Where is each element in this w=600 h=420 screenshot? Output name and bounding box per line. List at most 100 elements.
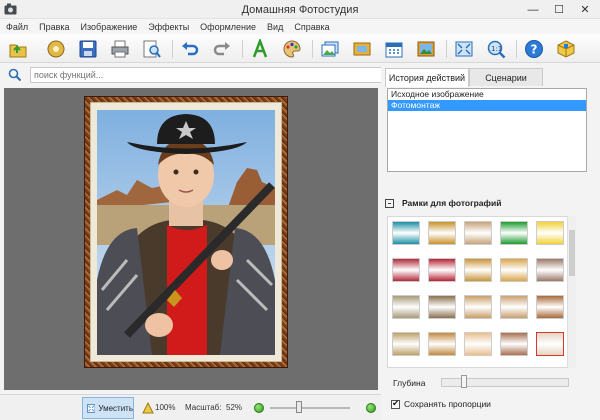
- undo-icon: [182, 41, 199, 55]
- title-bar: Домашняя Фотостудия — ☐ ✕: [0, 0, 600, 19]
- svg-text:?: ?: [531, 42, 538, 56]
- frames-section-title: Рамки для фотографий: [402, 198, 502, 208]
- frame-thumbnail[interactable]: [536, 258, 564, 282]
- depth-slider-thumb[interactable]: [461, 375, 467, 388]
- menu-view[interactable]: Вид: [267, 22, 283, 32]
- frame-thumbnail[interactable]: [500, 295, 528, 319]
- history-item-selected[interactable]: Фотомонтаж: [388, 100, 586, 111]
- frame-thumbnail[interactable]: [428, 295, 456, 319]
- effects-button[interactable]: [44, 37, 68, 60]
- scrollbar-thumb[interactable]: [569, 230, 575, 276]
- zoom-100-button[interactable]: 100%: [155, 403, 175, 412]
- frame-thumbnail[interactable]: [392, 295, 420, 319]
- menu-help[interactable]: Справка: [294, 22, 329, 32]
- frame-thumbnail[interactable]: [392, 221, 420, 245]
- svg-text:1:1: 1:1: [491, 45, 502, 53]
- frame-thumbnail[interactable]: [536, 221, 564, 245]
- scale-value: 52%: [226, 403, 243, 412]
- save-icon: [79, 40, 97, 57]
- toolbar-separator: [446, 40, 447, 58]
- redo-button[interactable]: [210, 37, 234, 60]
- maximize-button[interactable]: ☐: [546, 0, 572, 19]
- help-icon: ?: [525, 39, 543, 58]
- menu-file[interactable]: Файл: [6, 22, 28, 32]
- frame-button[interactable]: [350, 37, 374, 60]
- menu-design[interactable]: Оформление: [200, 22, 256, 32]
- keep-proportions-label: Сохранять пропорции: [404, 399, 491, 409]
- zoom-1-1-button[interactable]: 1:1: [484, 37, 508, 60]
- history-item[interactable]: Исходное изображение: [388, 89, 586, 100]
- fit-label: Уместить: [98, 403, 133, 413]
- menu-effects[interactable]: Эффекты: [148, 22, 189, 32]
- zoom-100-icon: [142, 402, 154, 414]
- undo-button[interactable]: [178, 37, 202, 60]
- menu-image[interactable]: Изображение: [81, 22, 138, 32]
- toolbar-separator: [172, 40, 173, 58]
- search-icon: [8, 68, 22, 82]
- frame-thumbnail[interactable]: [500, 258, 528, 282]
- frame-icon: [353, 42, 371, 55]
- zoom-slider-track[interactable]: [270, 407, 350, 409]
- toolbar: 1:1 ?: [0, 34, 600, 63]
- minimize-button[interactable]: —: [520, 0, 546, 19]
- frame-thumbnail[interactable]: [428, 221, 456, 245]
- frames-section-header[interactable]: Рамки для фотографий: [385, 196, 585, 210]
- fit-icon: [455, 41, 473, 56]
- text-button[interactable]: [248, 37, 272, 60]
- palette-icon: [283, 39, 301, 58]
- frame-thumbnail[interactable]: [464, 258, 492, 282]
- help-button[interactable]: ?: [522, 37, 546, 60]
- frame-thumbnail[interactable]: [536, 295, 564, 319]
- fit-screen-button[interactable]: [452, 37, 476, 60]
- menu-bar: Файл Правка Изображение Эффекты Оформлен…: [0, 19, 600, 34]
- frame-thumbnail[interactable]: [464, 221, 492, 245]
- preview-icon: [143, 40, 161, 58]
- tab-scenarios[interactable]: Сценарии: [469, 68, 543, 86]
- fit-to-window-button[interactable]: Уместить: [82, 397, 134, 419]
- calendar-icon: [385, 42, 403, 57]
- picture-button[interactable]: [414, 37, 438, 60]
- function-search: [4, 66, 382, 84]
- photo-image: [97, 110, 275, 355]
- calendar-button[interactable]: [382, 37, 406, 60]
- tab-history[interactable]: История действий: [385, 68, 469, 87]
- close-button[interactable]: ✕: [572, 0, 598, 19]
- zoom-out-button[interactable]: [254, 403, 264, 413]
- open-icon: [9, 44, 27, 57]
- history-list: Исходное изображение Фотомонтаж: [387, 88, 587, 172]
- keep-proportions-checkbox[interactable]: Сохранять пропорции: [391, 398, 491, 409]
- menu-edit[interactable]: Правка: [39, 22, 69, 32]
- frame-thumbnail[interactable]: [392, 332, 420, 356]
- open-button[interactable]: [6, 37, 30, 60]
- text-icon: [252, 38, 268, 57]
- frame-thumbnail[interactable]: [464, 295, 492, 319]
- zoom-1-1-icon: 1:1: [487, 40, 506, 58]
- window-title: Домашняя Фотостудия: [241, 4, 359, 16]
- frame-thumbnail[interactable]: [428, 258, 456, 282]
- picture-icon: [417, 41, 435, 56]
- depth-label: Глубина: [393, 378, 426, 388]
- frame-thumbnail[interactable]: [428, 332, 456, 356]
- zoom-slider-thumb[interactable]: [296, 401, 302, 413]
- redo-icon: [213, 41, 230, 55]
- frame-thumbnail[interactable]: [464, 332, 492, 356]
- save-button[interactable]: [76, 37, 100, 60]
- frame-gallery: [387, 216, 575, 368]
- preview-button[interactable]: [140, 37, 164, 60]
- frame-thumbnail[interactable]: [500, 332, 528, 356]
- search-input[interactable]: [30, 67, 382, 83]
- collapse-icon[interactable]: [385, 198, 394, 208]
- zoom-in-button[interactable]: [366, 403, 376, 413]
- frame-thumbnail[interactable]: [500, 221, 528, 245]
- photo-icon: [321, 41, 339, 56]
- print-icon: [111, 40, 129, 57]
- print-button[interactable]: [108, 37, 132, 60]
- photo-button[interactable]: [318, 37, 342, 60]
- gallery-scrollbar[interactable]: [567, 216, 576, 368]
- package-button[interactable]: [554, 37, 578, 60]
- checkbox-checked-icon[interactable]: [391, 398, 400, 409]
- palette-button[interactable]: [280, 37, 304, 60]
- package-icon: [557, 39, 575, 58]
- frame-thumbnail[interactable]: [536, 332, 564, 356]
- frame-thumbnail[interactable]: [392, 258, 420, 282]
